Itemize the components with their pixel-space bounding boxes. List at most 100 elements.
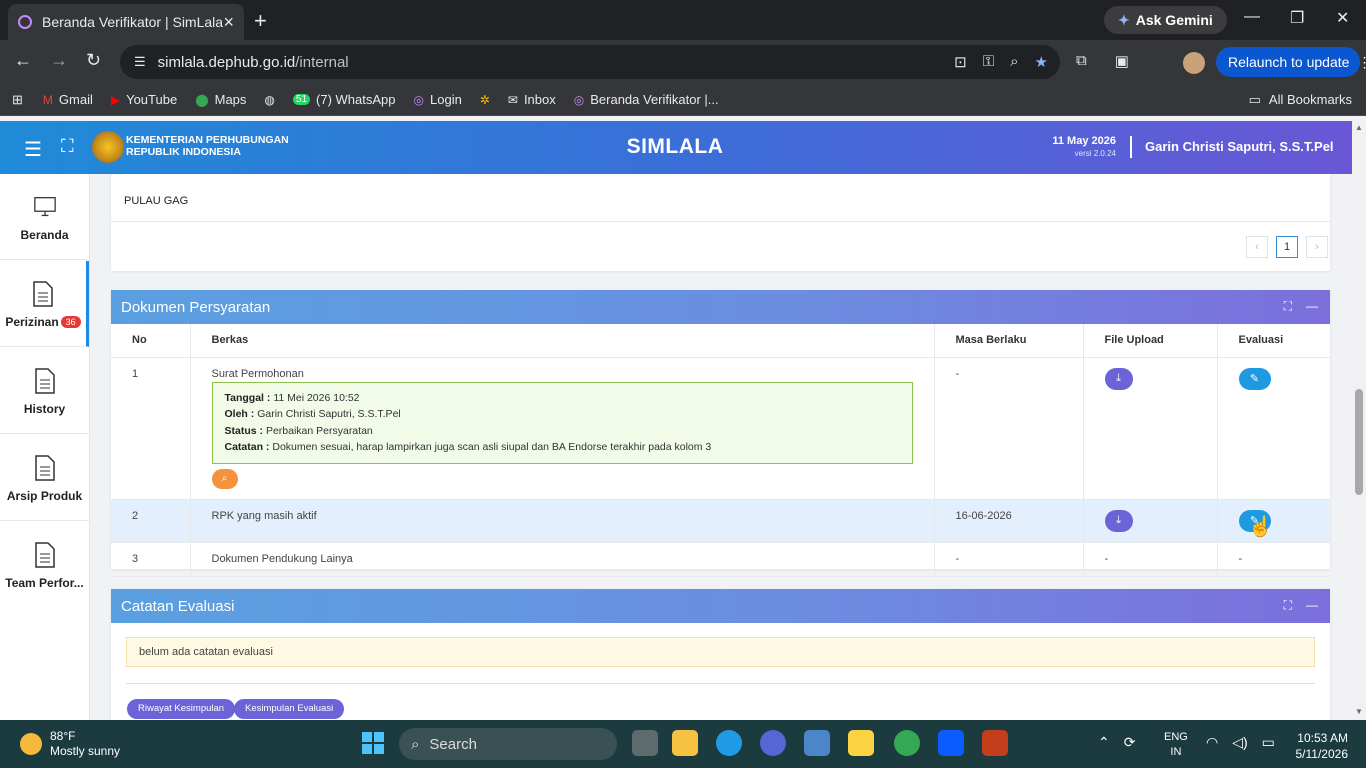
edit-evaluation-button[interactable]: ✎ [1238, 367, 1271, 390]
divider [111, 221, 1330, 222]
wifi-icon[interactable]: ◠ [1206, 734, 1218, 751]
relaunch-label: Relaunch to update [1228, 54, 1350, 70]
riwayat-kesimpulan-button[interactable]: Riwayat Kesimpulan [127, 699, 236, 719]
dokumen-persyaratan-panel: Dokumen Persyaratan ⛶ — No Berkas Masa B… [111, 290, 1330, 577]
header-date: 11 May 2026 [1052, 135, 1116, 147]
row-masa-berlaku: 16-06-2026 [934, 499, 1084, 543]
user-name[interactable]: Garin Christi Saputri, S.S.T.Pel [1145, 139, 1334, 154]
page-scrollbar[interactable]: ▲ ▼ [1352, 121, 1366, 720]
sidebar-item-history[interactable]: History [0, 348, 89, 434]
close-window-icon[interactable]: ✕ [1336, 8, 1349, 28]
powerpoint-icon[interactable] [982, 730, 1008, 756]
app-icon[interactable] [760, 730, 786, 756]
volume-icon[interactable]: ◁) [1232, 734, 1247, 751]
zoom-app-icon[interactable] [938, 730, 964, 756]
catatan-evaluasi-panel: Catatan Evaluasi ⛶ — belum ada catatan e… [111, 589, 1330, 720]
pager-prev-button[interactable]: ‹ [1246, 236, 1268, 258]
reload-icon[interactable]: ↻ [86, 50, 101, 71]
install-app-icon[interactable]: ⊡ [954, 53, 967, 71]
bookmark-youtube[interactable]: ▶ YouTube [111, 92, 177, 107]
monitor-icon [33, 197, 56, 217]
browser-tab[interactable]: Beranda Verifikator | SimLala × [8, 4, 244, 40]
ask-gemini-button[interactable]: ✦ Ask Gemini [1104, 6, 1227, 34]
language-indicator[interactable]: ENG IN [1164, 730, 1188, 760]
extensions-icon[interactable]: ⧉ [1076, 52, 1087, 70]
bookmark-whatsapp[interactable]: 51 (7) WhatsApp [292, 92, 396, 107]
tab-search-icon[interactable]: ▣ [1115, 52, 1129, 70]
download-button[interactable]: ⤓ [1104, 367, 1133, 390]
hamburger-menu-icon[interactable]: ☰ [24, 137, 42, 162]
minimize-icon[interactable]: — [1244, 8, 1260, 26]
column-header-no: No [111, 324, 191, 358]
zoom-icon[interactable]: ⌕ [1010, 53, 1018, 71]
taskbar-search-label: Search [429, 735, 477, 753]
restore-icon[interactable]: ❐ [1290, 8, 1304, 28]
back-icon[interactable]: ← [14, 50, 32, 71]
apps-grid-icon[interactable]: ⊞ [12, 92, 23, 108]
maximize-icon[interactable]: ⛶ [1284, 299, 1292, 314]
new-tab-icon[interactable]: + [254, 8, 267, 34]
camera-icon[interactable] [804, 730, 830, 756]
pager-page-1[interactable]: 1 [1276, 236, 1298, 258]
view-detail-button[interactable]: ⌕ [211, 468, 238, 489]
table-row: 2 RPK yang masih aktif 16-06-2026 ⤓ ✎ [111, 499, 1330, 543]
scroll-thumb[interactable] [1355, 389, 1363, 495]
bookmark-gmail[interactable]: M Gmail [43, 92, 93, 107]
sidebar-item-team-performance[interactable]: Team Perfor... [0, 522, 89, 608]
row-no: 2 [111, 499, 191, 543]
table-row: 3 Dokumen Pendukung Lainya - - - [111, 542, 1330, 577]
row-no: 1 [111, 357, 191, 500]
site-info-icon[interactable]: ☰ [134, 54, 146, 70]
row-masa-berlaku: - [934, 357, 1084, 500]
bookmark-beranda[interactable]: ◎ Beranda Verifikator |... [574, 92, 719, 107]
bookmark-login[interactable]: ◎ Login [414, 92, 462, 107]
sidebar-item-perizinan[interactable]: Perizinan 36 [0, 261, 89, 347]
sticky-notes-icon[interactable] [848, 730, 874, 756]
ministry-name: KEMENTERIAN PERHUBUNGAN REPUBLIK INDONES… [126, 134, 289, 158]
windows-start-icon[interactable] [362, 732, 384, 754]
sidebar-item-arsip-produk[interactable]: Arsip Produk [0, 435, 89, 521]
mouse-cursor-icon: ☝ [1248, 516, 1273, 538]
bookmark-label: Inbox [523, 92, 556, 107]
relaunch-button[interactable]: Relaunch to update ⋮ [1216, 47, 1366, 77]
all-bookmarks[interactable]: ▭ All Bookmarks [1249, 92, 1352, 108]
column-header-berkas: Berkas [190, 324, 935, 358]
battery-icon[interactable]: ▭ [1262, 734, 1275, 751]
scroll-up-icon[interactable]: ▲ [1355, 123, 1363, 132]
sync-icon[interactable]: ⟳ [1124, 734, 1136, 751]
bookmark-pinwheel[interactable]: ✲ [480, 93, 490, 107]
bookmark-star-icon[interactable]: ★ [1035, 53, 1048, 71]
collapse-icon[interactable]: — [1306, 299, 1318, 314]
bookmark-globe[interactable]: ◍ [264, 93, 274, 107]
bookmark-maps[interactable]: ⬤ Maps [195, 92, 246, 107]
row-file-upload: - [1083, 542, 1218, 577]
forward-icon[interactable]: → [50, 50, 68, 71]
chrome-icon[interactable] [894, 730, 920, 756]
kesimpulan-evaluasi-button[interactable]: Kesimpulan Evaluasi [234, 699, 345, 719]
pager-next-button[interactable]: › [1306, 236, 1328, 258]
clock[interactable]: 10:53 AM 5/11/2026 [1290, 730, 1349, 762]
collapse-icon[interactable]: — [1306, 598, 1318, 613]
main-content: PULAU GAG ‹ 1 › Dokumen Persyaratan ⛶ — … [90, 174, 1352, 720]
profile-avatar[interactable] [1183, 52, 1205, 74]
oleh-label: Oleh : [224, 408, 255, 420]
weather-widget[interactable]: 88°F Mostly sunny [20, 729, 120, 759]
maximize-icon[interactable]: ⛶ [1284, 598, 1292, 613]
download-button[interactable]: ⤓ [1104, 509, 1133, 532]
tanggal-label: Tanggal : [224, 391, 271, 404]
task-view-icon[interactable] [632, 730, 658, 756]
mail-icon: ✉ [507, 92, 518, 107]
url-bar[interactable]: ☰ simlala.dephub.go.id/internal ⊡ ⚿ ⌕ ★ [120, 45, 1060, 79]
browser-tab-bar: Beranda Verifikator | SimLala × + ✦ Ask … [0, 0, 1366, 40]
chevron-up-icon[interactable]: ⌃ [1098, 734, 1110, 751]
fullscreen-icon[interactable]: ⛶ [61, 136, 74, 157]
password-key-icon[interactable]: ⚿ [983, 53, 994, 71]
close-tab-icon[interactable]: × [223, 12, 234, 33]
taskbar-search[interactable]: ⌕ Search [399, 728, 617, 760]
url-domain: simlala.dephub.go.id [157, 53, 296, 71]
scroll-down-icon[interactable]: ▼ [1355, 707, 1363, 716]
edge-icon[interactable] [716, 730, 742, 756]
sidebar-item-beranda[interactable]: Beranda [0, 174, 89, 260]
file-explorer-icon[interactable] [672, 730, 698, 756]
bookmark-inbox[interactable]: ✉ Inbox [508, 92, 556, 107]
